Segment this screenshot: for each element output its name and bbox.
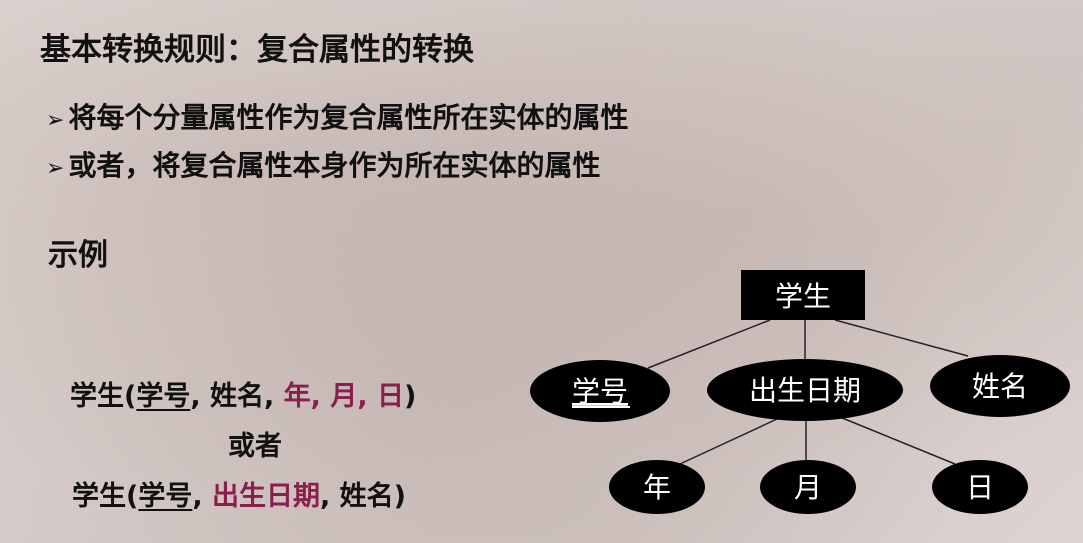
entity-label: 学生 bbox=[775, 280, 831, 313]
sub-attribute-label: 月 bbox=[794, 471, 822, 504]
connector-line bbox=[647, 319, 771, 369]
connector-line bbox=[834, 319, 969, 357]
er-diagram: 学生 学号 出生日期 姓名 年 月 日 bbox=[530, 270, 1070, 514]
connector-line bbox=[679, 412, 791, 465]
sub-attribute-label: 日 bbox=[966, 471, 994, 504]
connector-line bbox=[829, 412, 956, 465]
attribute-label: 出生日期 bbox=[749, 374, 861, 407]
attribute-label: 姓名 bbox=[972, 370, 1028, 403]
sub-attribute-label: 年 bbox=[643, 471, 671, 504]
key-attribute-label: 学号 bbox=[572, 375, 628, 408]
